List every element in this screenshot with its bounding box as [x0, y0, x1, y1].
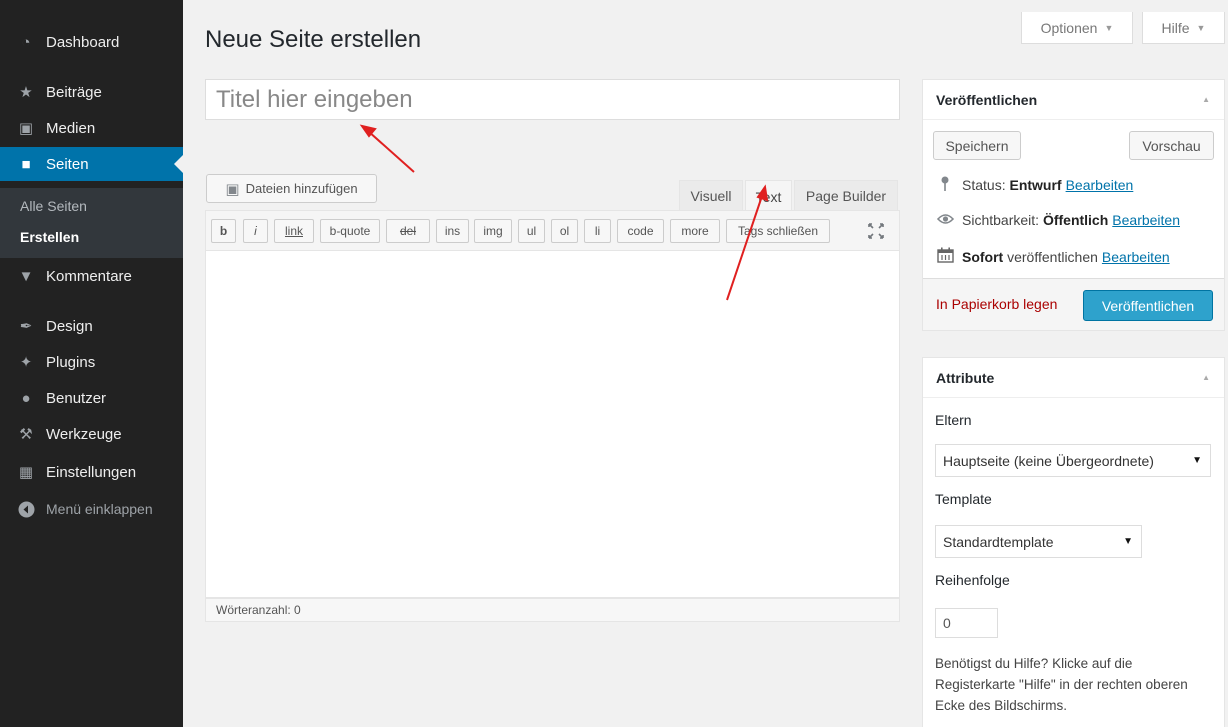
order-label: Reihenfolge [935, 572, 1010, 588]
visibility-value: Öffentlich [1042, 212, 1109, 228]
schedule-strong: Sofort [962, 248, 1004, 265]
attributes-box-title: Attribute [923, 358, 1224, 398]
edit-visibility-link[interactable]: Bearbeiten [1112, 212, 1180, 228]
preview-button[interactable]: Vorschau [1129, 131, 1214, 160]
eye-icon [936, 212, 954, 228]
visibility-row: Sichtbarkeit: Öffentlich Bearbeiten [936, 212, 1180, 228]
template-label: Template [935, 491, 992, 507]
arrow-to-title [367, 130, 415, 173]
edit-schedule-link[interactable]: Bearbeiten [1102, 249, 1170, 265]
dropdown-arrow-icon: ▼ [1192, 455, 1202, 466]
attributes-help-text: Benötigst du Hilfe? Klicke auf die Regis… [935, 656, 1188, 713]
template-select-value: Standardtemplate [943, 533, 1054, 550]
parent-select-value: Hauptseite (keine Übergeordnete) [943, 452, 1154, 469]
publish-button[interactable]: Veröffentlichen [1083, 290, 1213, 321]
parent-label: Eltern [935, 412, 972, 428]
collapse-arrow-icon[interactable]: ▲ [1202, 95, 1210, 104]
publish-box-title: Veröffentlichen [923, 80, 1224, 120]
status-label: Status: [962, 177, 1006, 193]
publish-box: Veröffentlichen ▲ Speichern Vorschau Sta… [922, 79, 1225, 331]
schedule-text: veröffentlichen [1007, 248, 1098, 265]
parent-select[interactable]: Hauptseite (keine Übergeordnete) ▼ [935, 444, 1211, 477]
dropdown-arrow-icon: ▼ [1123, 536, 1133, 547]
edit-status-link[interactable]: Bearbeiten [1066, 177, 1134, 193]
arrow-to-text-tab [726, 195, 763, 301]
order-input[interactable]: 0 [935, 608, 998, 638]
collapse-arrow-icon[interactable]: ▲ [1202, 373, 1210, 382]
status-row: Status: Entwurf Bearbeiten [936, 176, 1133, 194]
publish-actions: In Papierkorb legen Veröffentlichen [923, 278, 1224, 330]
move-to-trash-link[interactable]: In Papierkorb legen [936, 296, 1057, 312]
status-value: Entwurf [1009, 177, 1062, 193]
order-input-value: 0 [943, 615, 951, 631]
schedule-row: Sofort veröffentlichen Bearbeiten [936, 247, 1170, 266]
template-select[interactable]: Standardtemplate ▼ [935, 525, 1142, 558]
save-draft-button[interactable]: Speichern [933, 131, 1021, 160]
pin-icon [936, 176, 954, 194]
visibility-label: Sichtbarkeit: [962, 212, 1040, 228]
calendar-icon [936, 247, 954, 266]
